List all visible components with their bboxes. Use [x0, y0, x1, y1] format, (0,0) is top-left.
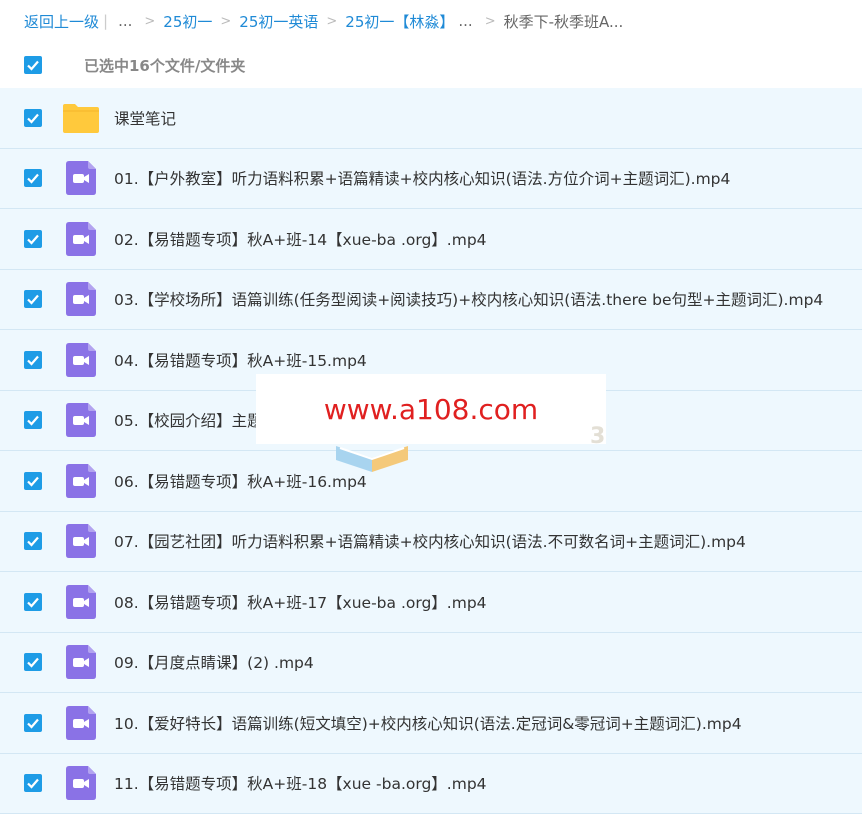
selection-count-text: 已选中16个文件/文件夹: [84, 56, 246, 75]
breadcrumb-item[interactable]: 25初一: [163, 11, 212, 32]
file-row[interactable]: 09.【月度点睛课】(2) .mp4: [0, 632, 862, 693]
file-checkbox[interactable]: [24, 532, 42, 551]
checkmark-icon: [27, 718, 39, 729]
file-row[interactable]: 课堂笔记: [0, 88, 862, 149]
video-file-icon: [62, 220, 100, 258]
file-row[interactable]: 10.【爱好特长】语篇训练(短文填空)+校内核心知识(语法.定冠词&零冠词+主题…: [0, 693, 862, 754]
checkmark-icon: [27, 113, 39, 124]
chevron-right-icon: >: [144, 13, 156, 29]
file-checkbox[interactable]: [24, 592, 42, 611]
file-checkbox[interactable]: [24, 411, 42, 430]
checkmark-icon: [27, 476, 39, 487]
checkmark-icon: [27, 174, 39, 184]
checkmark-icon: [27, 537, 39, 547]
file-name[interactable]: 10.【爱好特长】语篇训练(短文填空)+校内核心知识(语法.定冠词&零冠词+主题…: [114, 712, 742, 734]
file-name[interactable]: 课堂笔记: [114, 107, 176, 129]
file-name[interactable]: 09.【月度点睛课】(2) .mp4: [114, 651, 314, 673]
folder-icon: [62, 99, 100, 137]
breadcrumb-current: 秋季下-秋季班A...: [503, 12, 624, 31]
file-list: 课堂笔记 01.【户外教室】听力语料积累+语篇精读+校内核心知识(语法.方位介词+…: [0, 88, 862, 814]
breadcrumb-item[interactable]: 25初一【林淼】: [345, 11, 454, 32]
file-name[interactable]: 08.【易错题专项】秋A+班-17【xue-ba .org】.mp4: [114, 591, 487, 613]
breadcrumb-ellipsis[interactable]: ...: [458, 12, 472, 30]
file-row[interactable]: 06.【易错题专项】秋A+班-16.mp4: [0, 451, 862, 512]
file-checkbox[interactable]: [24, 290, 42, 309]
file-name[interactable]: 01.【户外教室】听力语料积累+语篇精读+校内核心知识(语法.方位介词+主题词汇…: [114, 167, 730, 189]
chevron-right-icon: >: [220, 13, 232, 29]
breadcrumb: 返回上一级 | ... > 25初一 > 25初一英语 > 25初一【林淼】 .…: [0, 0, 862, 42]
checkmark-icon: [27, 658, 39, 668]
checkmark-icon: [27, 779, 39, 789]
breadcrumb-item[interactable]: 25初一英语: [239, 11, 318, 32]
file-checkbox[interactable]: [24, 471, 42, 490]
file-row[interactable]: 08.【易错题专项】秋A+班-17【xue-ba .org】.mp4: [0, 572, 862, 633]
checkmark-icon: [27, 60, 39, 71]
select-all-checkbox[interactable]: [24, 56, 42, 74]
file-row[interactable]: 03.【学校场所】语篇训练(任务型阅读+阅读技巧)+校内核心知识(语法.ther…: [0, 269, 862, 330]
file-name[interactable]: 11.【易错题专项】秋A+班-18【xue -ba.org】.mp4: [114, 772, 487, 794]
checkmark-icon: [27, 295, 39, 305]
checkmark-icon: [27, 355, 39, 366]
breadcrumb-ellipsis[interactable]: ...: [118, 12, 132, 30]
file-checkbox[interactable]: [24, 229, 42, 248]
file-row[interactable]: 11.【易错题专项】秋A+班-18【xue -ba.org】.mp4: [0, 753, 862, 814]
checkmark-icon: [27, 416, 39, 426]
watermark-text: www.a108.com: [323, 392, 539, 426]
file-name[interactable]: 06.【易错题专项】秋A+班-16.mp4: [114, 470, 367, 492]
checkmark-icon: [27, 597, 39, 608]
file-name[interactable]: 04.【易错题专项】秋A+班-15.mp4: [114, 349, 367, 371]
checkmark-icon: [27, 234, 39, 245]
file-name[interactable]: 07.【园艺社团】听力语料积累+语篇精读+校内核心知识(语法.不可数名词+主题词…: [114, 530, 746, 552]
file-row[interactable]: 07.【园艺社团】听力语料积累+语篇精读+校内核心知识(语法.不可数名词+主题词…: [0, 511, 862, 572]
chevron-right-icon: >: [326, 13, 338, 29]
video-file-icon: [62, 704, 100, 742]
file-name[interactable]: 05.【校园介绍】主题: [114, 409, 263, 431]
breadcrumb-divider: |: [103, 12, 109, 30]
file-checkbox[interactable]: [24, 713, 42, 732]
video-file-icon: [62, 401, 100, 439]
file-checkbox[interactable]: [24, 350, 42, 369]
chevron-right-icon: >: [484, 13, 496, 29]
file-checkbox[interactable]: [24, 169, 42, 188]
video-file-icon: [62, 764, 100, 802]
video-file-icon: [62, 643, 100, 681]
selection-bar: 已选中16个文件/文件夹: [0, 42, 862, 88]
video-file-icon: [62, 341, 100, 379]
file-row[interactable]: 02.【易错题专项】秋A+班-14【xue-ba .org】.mp4: [0, 209, 862, 270]
file-name[interactable]: 02.【易错题专项】秋A+班-14【xue-ba .org】.mp4: [114, 228, 487, 250]
watermark-mark: 3: [590, 424, 606, 449]
video-file-icon: [62, 159, 100, 197]
file-checkbox[interactable]: [24, 653, 42, 672]
file-checkbox[interactable]: [24, 774, 42, 793]
file-name[interactable]: 03.【学校场所】语篇训练(任务型阅读+阅读技巧)+校内核心知识(语法.ther…: [114, 288, 823, 310]
file-row[interactable]: 01.【户外教室】听力语料积累+语篇精读+校内核心知识(语法.方位介词+主题词汇…: [0, 148, 862, 209]
video-file-icon: [62, 280, 100, 318]
video-file-icon: [62, 522, 100, 560]
video-file-icon: [62, 462, 100, 500]
back-link[interactable]: 返回上一级: [24, 11, 99, 32]
file-checkbox[interactable]: [24, 108, 42, 127]
video-file-icon: [62, 583, 100, 621]
watermark-banner: www.a108.com: [256, 374, 606, 444]
book-logo-icon: [336, 446, 408, 472]
